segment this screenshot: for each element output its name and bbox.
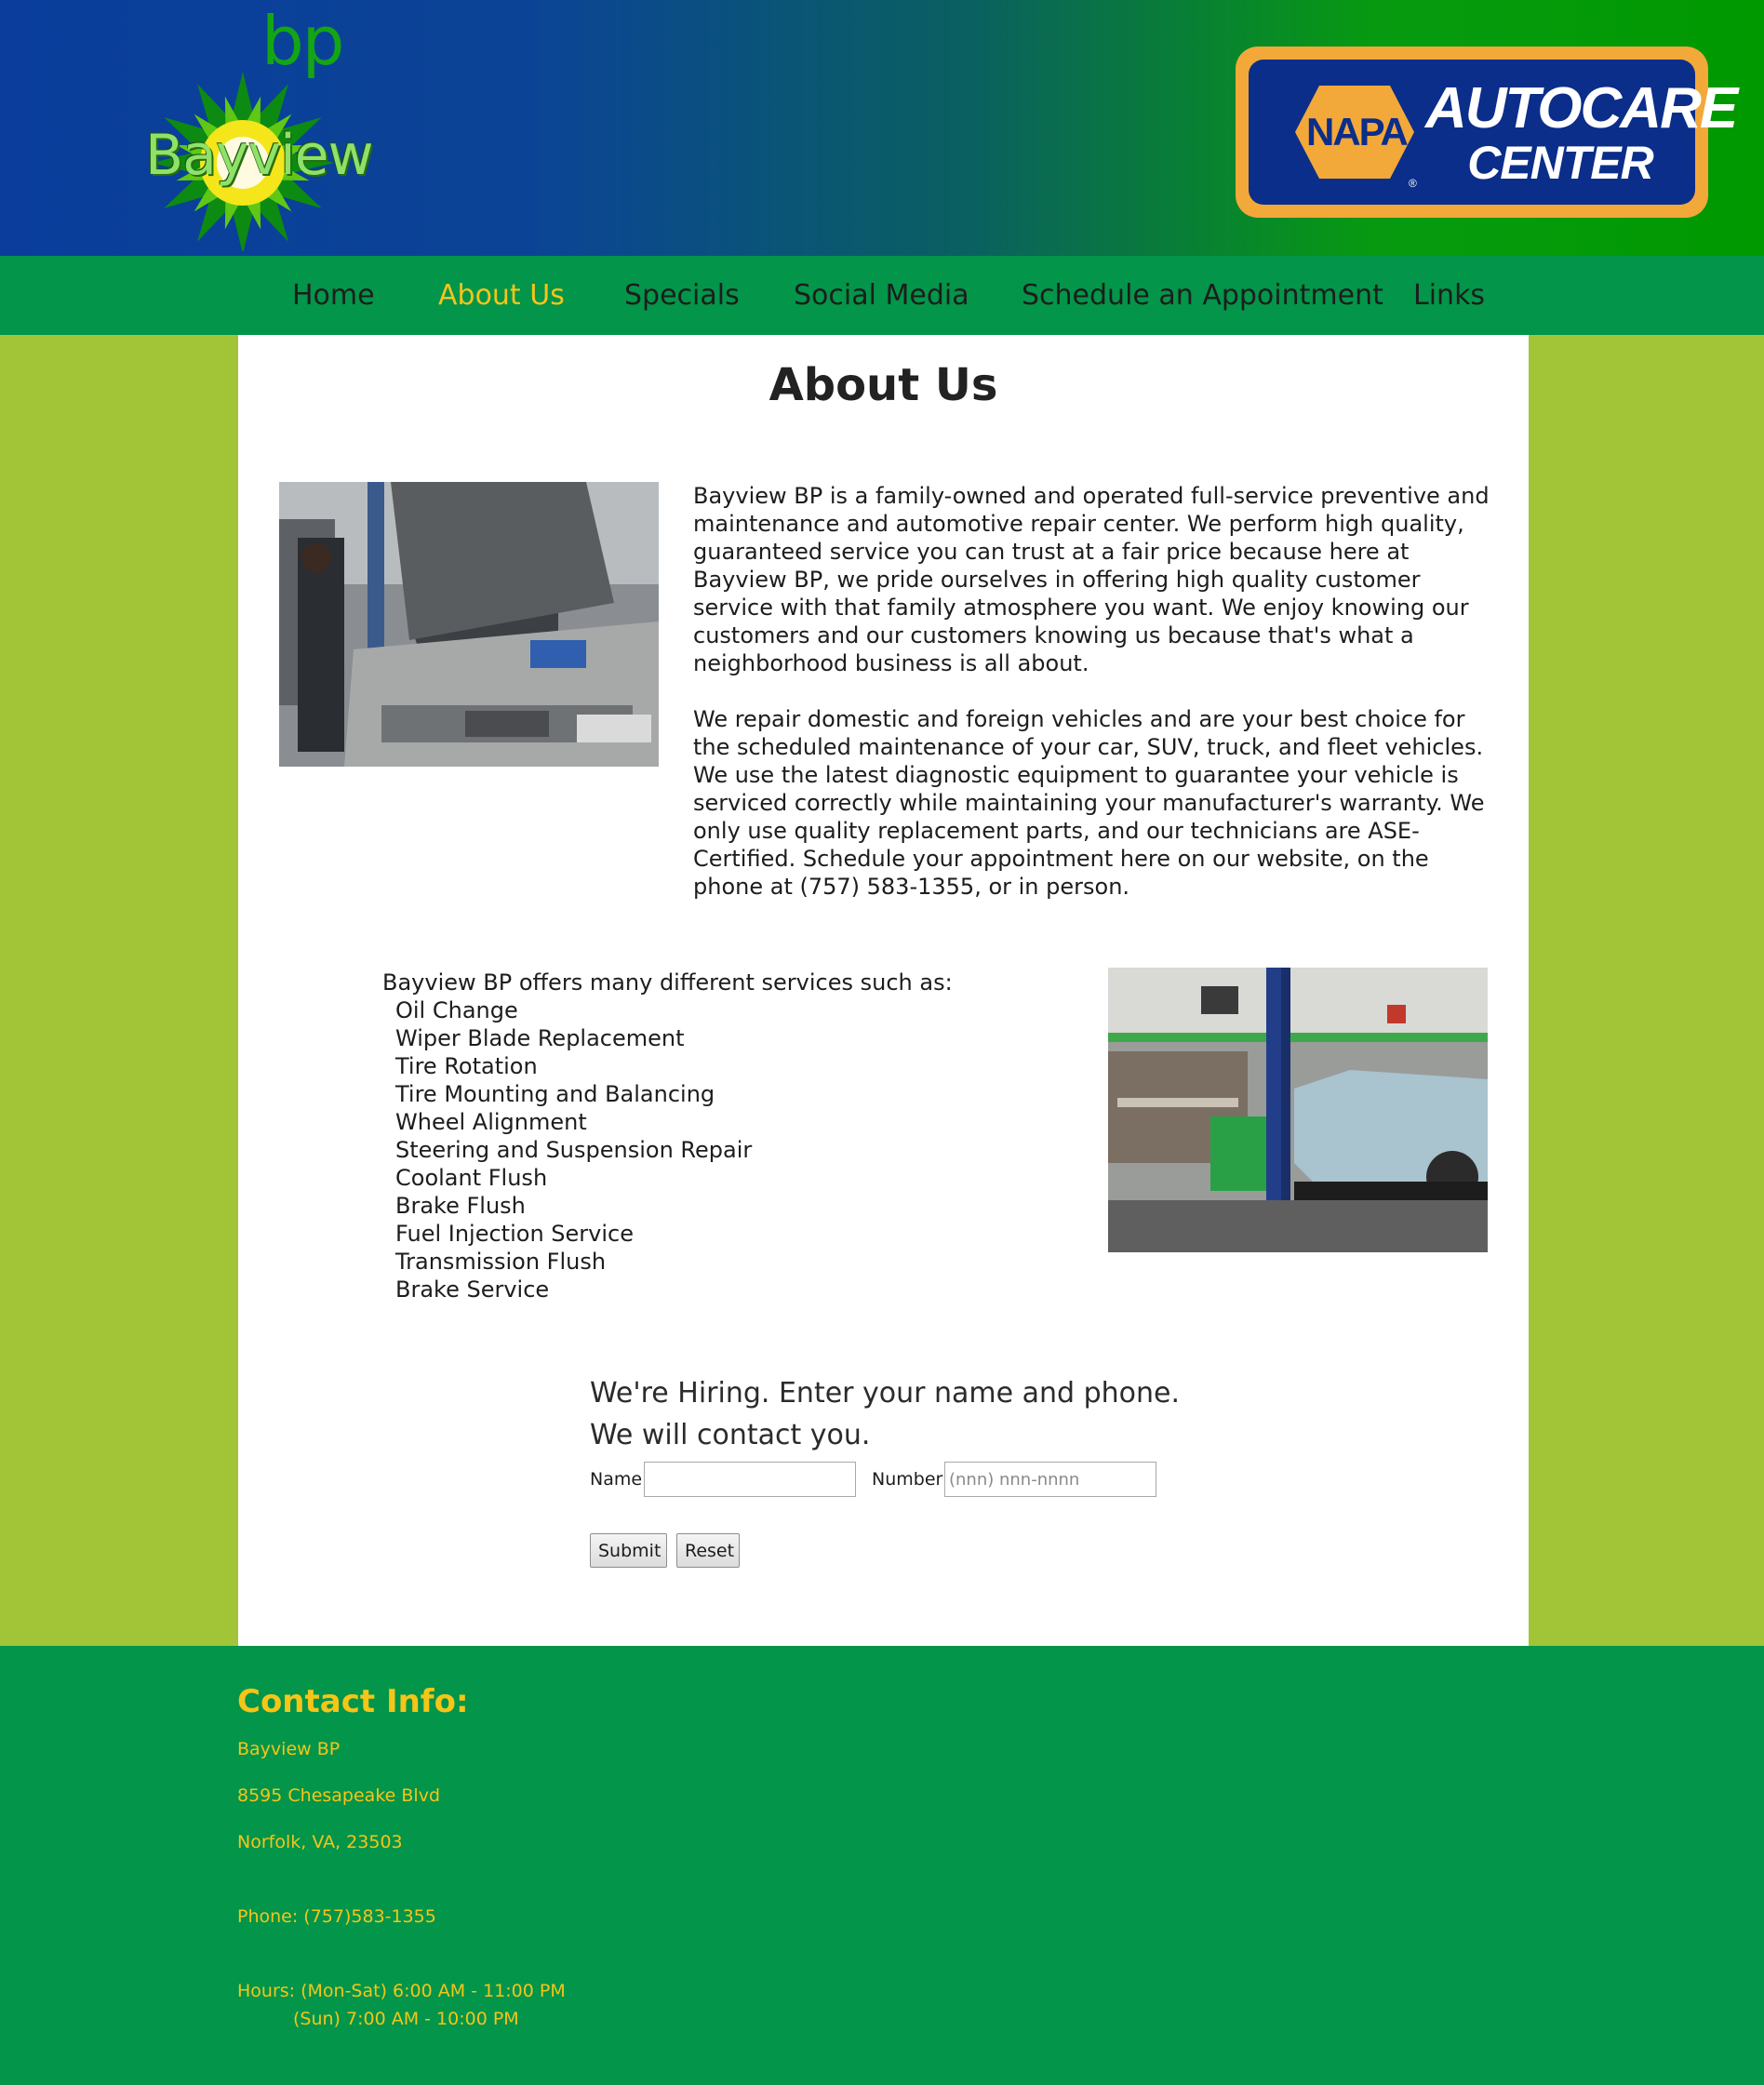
site-footer: Contact Info: Bayview BP 8595 Chesapeake… <box>0 1646 1764 2085</box>
services-intro: Bayview BP offers many different service… <box>382 969 953 996</box>
hours-sunday: (Sun) 7:00 AM - 10:00 PM <box>293 2009 519 2029</box>
services-list: Oil Change Wiper Blade Replacement Tire … <box>382 996 959 1303</box>
services-section: Bayview BP offers many different service… <box>382 969 959 1303</box>
nav-link-about-us[interactable]: About Us <box>438 256 565 335</box>
center-logo-text: CENTER <box>1467 137 1654 189</box>
number-input[interactable] <box>944 1462 1156 1497</box>
phone-number[interactable]: Phone: (757)583-1355 <box>237 1906 436 1927</box>
service-item: Brake Flush <box>395 1193 526 1219</box>
hiring-message: We're Hiring. Enter your name and phone.… <box>590 1377 1181 1451</box>
service-item: Brake Service <box>395 1276 550 1303</box>
hours-weekday: Hours: (Mon-Sat) 6:00 AM - 11:00 PM <box>237 1981 566 2001</box>
service-item: Steering and Suspension Repair <box>395 1137 753 1163</box>
service-item: Coolant Flush <box>395 1165 548 1191</box>
service-item: Oil Change <box>395 997 518 1023</box>
service-item: Wheel Alignment <box>395 1109 587 1135</box>
napa-logo-panel: NAPA ® AUTOCARE CENTER <box>1249 60 1738 205</box>
page-title: About Us <box>768 359 998 411</box>
about-paragraph-2: We repair domestic and foreign vehicles … <box>693 706 1485 900</box>
nav-link-links[interactable]: Links <box>1413 256 1485 335</box>
reset-button[interactable]: Reset <box>676 1533 740 1568</box>
service-item: Tire Mounting and Balancing <box>395 1081 715 1107</box>
main-content: About Us Bayview BP is a family-owned an… <box>238 335 1529 1646</box>
service-item: Tire Rotation <box>395 1053 538 1079</box>
business-name: Bayview BP <box>237 1739 341 1759</box>
nav-link-home[interactable]: Home <box>292 256 375 335</box>
name-input[interactable] <box>644 1462 856 1497</box>
nav-link-specials[interactable]: Specials <box>624 256 740 335</box>
name-label: Name <box>590 1469 643 1490</box>
city-state-zip: Norfolk, VA, 23503 <box>237 1832 403 1852</box>
service-item: Fuel Injection Service <box>395 1221 634 1247</box>
registered-mark: ® <box>1409 177 1417 190</box>
autocare-logo-text: AUTOCARE <box>1425 76 1738 140</box>
napa-logo-text: NAPA <box>1306 110 1409 154</box>
submit-button[interactable]: Submit <box>590 1533 667 1568</box>
main-nav: Home About Us Specials Social Media Sche… <box>0 256 1764 335</box>
garage-photo <box>1108 968 1488 1252</box>
site-header: bp Bayview NAPA ® AUTOCARE CENTER <box>0 0 1764 256</box>
contact-heading: Contact Info: <box>237 1683 469 1720</box>
bp-logo-text: bp <box>261 2 344 80</box>
napa-autocare-logo[interactable]: NAPA ® AUTOCARE CENTER <box>1236 47 1738 218</box>
about-paragraph-1: Bayview BP is a family-owned and operate… <box>693 483 1490 676</box>
number-label: Number <box>872 1469 943 1490</box>
service-item: Transmission Flush <box>395 1249 607 1275</box>
bayview-logo-text: Bayview <box>145 123 374 188</box>
mechanic-photo <box>279 482 659 767</box>
hiring-form: We're Hiring. Enter your name and phone.… <box>590 1372 1223 1568</box>
service-item: Wiper Blade Replacement <box>395 1025 685 1051</box>
street-address: 8595 Chesapeake Blvd <box>237 1785 440 1806</box>
nav-link-social-media[interactable]: Social Media <box>794 256 969 335</box>
nav-link-schedule-appointment[interactable]: Schedule an Appointment <box>1022 256 1383 335</box>
